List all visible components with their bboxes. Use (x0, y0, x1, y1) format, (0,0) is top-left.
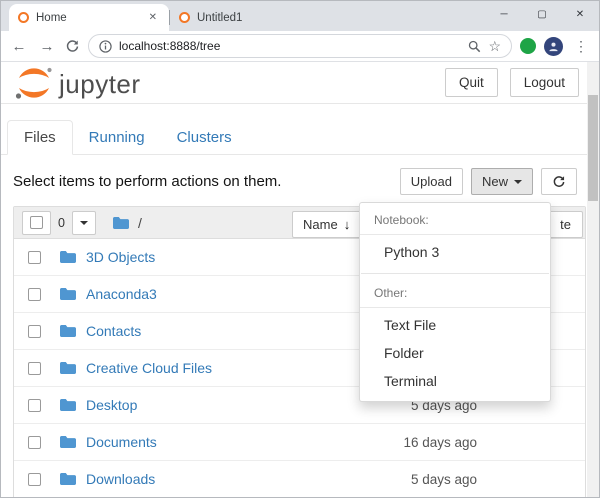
menu-item-text-file[interactable]: Text File (360, 311, 550, 339)
row-checkbox[interactable] (28, 399, 41, 412)
clipped-header-button[interactable]: te (549, 211, 583, 238)
file-name-link[interactable]: Creative Cloud Files (86, 360, 212, 376)
row-checkbox[interactable] (28, 473, 41, 486)
row-checkbox[interactable] (28, 436, 41, 449)
profile-avatar[interactable] (544, 37, 563, 56)
select-hint-text: Select items to perform actions on them. (13, 173, 281, 190)
jupyter-page: jupyter Quit Logout Files Running Cluste… (1, 62, 599, 497)
new-button-label: New (482, 174, 508, 189)
row-checkbox[interactable] (28, 251, 41, 264)
breadcrumb-root-link[interactable]: / (138, 215, 142, 231)
browser-window: Home ✕ Untitled1 ─ ▢ ✕ ← → localhost:888… (0, 0, 600, 498)
url-text[interactable]: localhost:8888/tree (119, 39, 220, 53)
file-name-link[interactable]: Contacts (86, 323, 141, 339)
jupyter-logo: jupyter (13, 65, 141, 101)
jupyter-favicon-icon (18, 12, 29, 23)
browser-menu-icon[interactable]: ⋮ (571, 38, 591, 55)
address-bar[interactable]: localhost:8888/tree ☆ (88, 34, 512, 58)
jupyter-logo-text: jupyter (59, 69, 141, 100)
file-row: Downloads 5 days ago (14, 461, 585, 497)
back-icon[interactable]: ← (9, 39, 29, 54)
sort-by-name-button[interactable]: Name ↓ (292, 211, 361, 238)
folder-icon (59, 361, 77, 375)
sort-descending-arrow-icon: ↓ (344, 217, 351, 232)
auth-buttons: Quit Logout (445, 68, 579, 97)
folder-icon (59, 435, 77, 449)
sort-label: Name (303, 217, 338, 232)
folder-icon (59, 287, 77, 301)
upload-button[interactable]: Upload (400, 168, 463, 195)
menu-item-terminal[interactable]: Terminal (360, 367, 550, 395)
file-name-link[interactable]: Desktop (86, 397, 137, 413)
quit-button[interactable]: Quit (445, 68, 498, 97)
tab-running[interactable]: Running (73, 121, 161, 154)
scrollbar-thumb[interactable] (588, 95, 598, 201)
zoom-icon[interactable] (468, 40, 481, 53)
menu-divider (361, 273, 549, 274)
window-controls: ─ ▢ ✕ (485, 1, 599, 27)
file-name-link[interactable]: Anaconda3 (86, 286, 157, 302)
jupyter-header: jupyter Quit Logout (1, 62, 587, 104)
row-checkbox[interactable] (28, 288, 41, 301)
file-modified: 5 days ago (411, 472, 477, 487)
forward-icon[interactable]: → (37, 39, 57, 54)
folder-icon (59, 324, 77, 338)
tab-title: Home (36, 12, 139, 24)
row-checkbox[interactable] (28, 362, 41, 375)
file-name-link[interactable]: Documents (86, 434, 157, 450)
menu-item-folder[interactable]: Folder (360, 339, 550, 367)
menu-header-other: Other: (360, 281, 550, 308)
select-all-checkbox-button[interactable] (22, 211, 51, 235)
browser-tab-home[interactable]: Home ✕ (9, 4, 169, 31)
jupyter-tabs: Files Running Clusters (1, 120, 587, 155)
site-info-icon[interactable] (99, 40, 112, 53)
folder-icon (112, 216, 130, 230)
jupyter-logo-icon (13, 65, 55, 101)
file-modified: 16 days ago (403, 435, 477, 450)
tab-files[interactable]: Files (7, 120, 73, 155)
breadcrumb: / (112, 215, 142, 231)
menu-item-python3[interactable]: Python 3 (360, 238, 550, 266)
folder-icon (59, 472, 77, 486)
tab-title: Untitled1 (197, 12, 321, 24)
menu-header-notebook: Notebook: (360, 208, 550, 235)
select-all-checkbox[interactable] (30, 216, 43, 229)
minimize-button[interactable]: ─ (485, 1, 523, 27)
logout-button[interactable]: Logout (510, 68, 579, 97)
new-dropdown-button[interactable]: New (471, 168, 533, 195)
tab-clusters[interactable]: Clusters (161, 121, 248, 154)
caret-down-icon (80, 221, 88, 225)
file-name-link[interactable]: Downloads (86, 471, 155, 487)
page-scrollbar[interactable] (587, 62, 599, 497)
browser-tabstrip: Home ✕ Untitled1 ─ ▢ ✕ (1, 1, 599, 31)
bookmark-star-icon[interactable]: ☆ (488, 39, 501, 53)
caret-down-icon (514, 180, 522, 184)
new-menu-dropdown: Notebook: Python 3 Other: Text File Fold… (359, 202, 551, 402)
action-row: Select items to perform actions on them.… (1, 155, 587, 206)
folder-icon (59, 398, 77, 412)
row-checkbox[interactable] (28, 325, 41, 338)
refresh-icon (552, 175, 566, 189)
extension-icon[interactable] (520, 38, 536, 54)
reload-icon[interactable] (65, 39, 80, 54)
tab-close-icon[interactable]: ✕ (146, 11, 160, 24)
browser-tab-untitled1[interactable]: Untitled1 (170, 4, 330, 31)
browser-toolbar: ← → localhost:8888/tree ☆ ⋮ (1, 31, 599, 62)
folder-icon (59, 250, 77, 264)
close-button[interactable]: ✕ (561, 1, 599, 27)
selected-count: 0 (58, 216, 65, 230)
refresh-list-button[interactable] (541, 168, 577, 195)
file-row: Documents 16 days ago (14, 424, 585, 461)
jupyter-favicon-icon (179, 12, 190, 23)
select-dropdown-toggle[interactable] (72, 211, 96, 235)
maximize-button[interactable]: ▢ (523, 1, 561, 27)
file-name-link[interactable]: 3D Objects (86, 249, 155, 265)
action-buttons: Upload New (400, 168, 577, 195)
